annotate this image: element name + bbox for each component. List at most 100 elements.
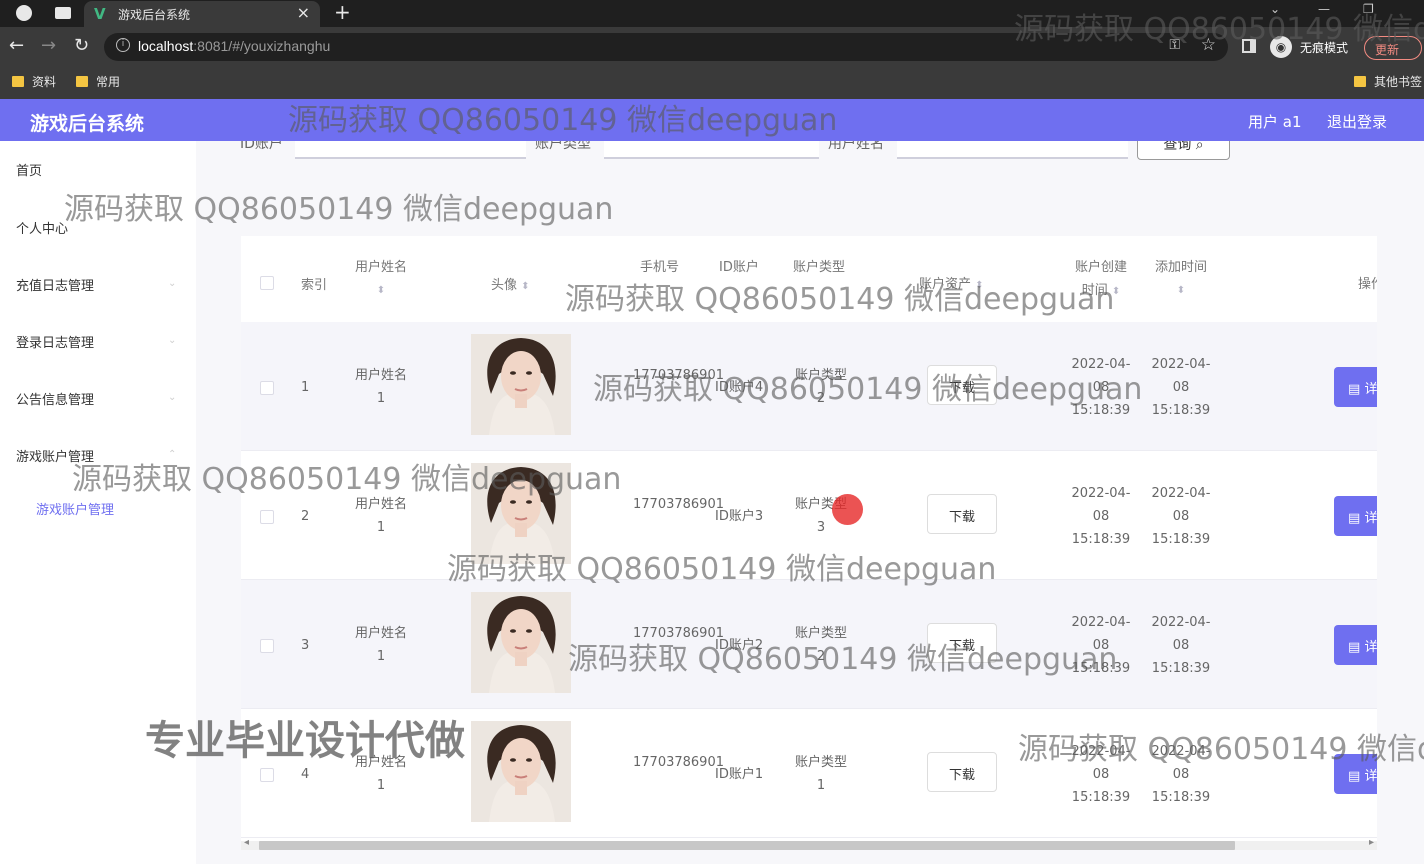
sort-icon[interactable]: ⬍ bbox=[975, 280, 983, 291]
avatar-portrait-icon bbox=[471, 592, 571, 693]
search-button[interactable]: 查询 ⌕ bbox=[1137, 141, 1230, 160]
avatar-portrait-icon bbox=[471, 334, 571, 435]
col-header-name[interactable]: 用户姓名 ⬍ bbox=[351, 256, 411, 302]
tab-search-icon[interactable] bbox=[55, 7, 71, 19]
cell-name: 用户姓名1 bbox=[354, 755, 407, 793]
detail-button[interactable]: ▤ 详情 bbox=[1334, 367, 1377, 407]
cell-index: 3 bbox=[301, 638, 310, 653]
cell-phone: 17703786901 bbox=[633, 368, 724, 383]
site-info-icon[interactable]: i bbox=[116, 38, 130, 52]
cell-type: 账户类型2 bbox=[794, 368, 847, 406]
detail-button[interactable]: ▤ 详情 bbox=[1334, 496, 1377, 536]
document-icon: ▤ bbox=[1348, 769, 1361, 784]
col-header-created[interactable]: 账户创建时间 ⬍ bbox=[1071, 256, 1131, 303]
download-button[interactable]: 下载 bbox=[927, 494, 997, 534]
download-button[interactable]: 下载 bbox=[927, 752, 997, 792]
sidebar-item-notice[interactable]: 公告信息管理 bbox=[16, 389, 94, 408]
col-header-account: ID账户 bbox=[719, 260, 759, 275]
horizontal-scrollbar[interactable]: ◂ ▸ bbox=[241, 837, 1377, 854]
row-checkbox[interactable] bbox=[260, 381, 274, 395]
cell-added: 2022-04-08 15:18:39 bbox=[1151, 357, 1211, 418]
sidebar-item-game-account[interactable]: 游戏账户管理 bbox=[16, 446, 94, 465]
document-icon: ▤ bbox=[1348, 382, 1361, 397]
avatar-portrait-icon bbox=[471, 463, 571, 564]
current-user: 用户 a1 bbox=[1248, 113, 1302, 131]
row-checkbox[interactable] bbox=[260, 639, 274, 653]
folder-icon bbox=[12, 76, 24, 87]
data-table: 索引 用户姓名 ⬍ 头像 ⬍ 手机号 ID账户 账户类型 账户资产 ⬍ 账户创建时… bbox=[241, 236, 1377, 850]
col-header-phone: 手机号 bbox=[640, 260, 680, 275]
minimize-icon[interactable]: — bbox=[1318, 2, 1330, 16]
new-tab-icon[interactable]: + bbox=[334, 0, 351, 24]
app-header: 游戏后台系统 用户 a1 退出登录 bbox=[0, 99, 1424, 141]
tab-close-icon[interactable]: × bbox=[297, 3, 310, 22]
download-button[interactable]: 下载 bbox=[927, 365, 997, 405]
update-button[interactable]: 更新 bbox=[1364, 36, 1422, 60]
side-panel-icon[interactable] bbox=[1242, 39, 1256, 53]
incognito-label: 无痕模式 bbox=[1300, 41, 1349, 55]
search-input-name[interactable] bbox=[897, 141, 1128, 159]
row-checkbox[interactable] bbox=[260, 510, 274, 524]
sidebar-item-recharge-log[interactable]: 充值日志管理 bbox=[16, 275, 94, 294]
col-header-asset[interactable]: 账户资产 ⬍ bbox=[919, 273, 984, 292]
cell-phone: 17703786901 bbox=[633, 755, 724, 770]
cell-account: ID账户1 bbox=[715, 767, 764, 782]
browser-tab[interactable]: V 游戏后台系统 × bbox=[84, 1, 320, 27]
sidebar: 首页 个人中心 充值日志管理 ⌄ 登录日志管理 ⌄ 公告信息管理 ⌄ 游戏账户管… bbox=[0, 141, 196, 864]
cell-type: 账户类型2 bbox=[794, 626, 847, 664]
incognito-icon: ◉ bbox=[1270, 36, 1292, 58]
bookmark-folder-changyong[interactable]: 常用 bbox=[76, 73, 120, 90]
chevron-down-icon[interactable]: ⌄ bbox=[1270, 2, 1280, 16]
sidebar-item-home[interactable]: 首页 bbox=[16, 160, 42, 179]
search-label-type: 账户类型 bbox=[535, 141, 591, 152]
col-header-action: 操作 bbox=[1358, 277, 1377, 292]
folder-icon bbox=[1354, 76, 1366, 87]
scrollbar-thumb[interactable] bbox=[259, 841, 1235, 850]
row-checkbox[interactable] bbox=[260, 768, 274, 782]
browser-tab-strip: V 游戏后台系统 × + ⌄ — ❐ bbox=[0, 0, 1424, 27]
detail-button[interactable]: ▤ 详情 bbox=[1334, 754, 1377, 794]
app-title: 游戏后台系统 bbox=[30, 113, 145, 135]
cell-created: 2022-04-08 15:18:39 bbox=[1071, 357, 1131, 418]
sidebar-item-profile[interactable]: 个人中心 bbox=[16, 218, 68, 237]
chevron-down-icon: ⌄ bbox=[168, 392, 177, 403]
bookmark-folder-ziliao[interactable]: 资料 bbox=[12, 73, 56, 90]
key-icon[interactable]: ⚿ bbox=[1169, 37, 1180, 53]
sort-icon[interactable]: ⬍ bbox=[521, 281, 529, 292]
bookmark-folder-other[interactable]: 其他书签 bbox=[1354, 73, 1422, 90]
reload-icon[interactable]: ↻ bbox=[74, 35, 89, 56]
search-input-account[interactable] bbox=[295, 141, 526, 159]
sidebar-item-login-log[interactable]: 登录日志管理 bbox=[16, 332, 94, 351]
scroll-left-icon[interactable]: ◂ bbox=[244, 837, 249, 848]
vue-logo-icon: V bbox=[94, 5, 106, 23]
cell-added: 2022-04-08 15:18:39 bbox=[1151, 486, 1211, 547]
cursor-highlight bbox=[832, 494, 863, 525]
bookmark-star-icon[interactable]: ☆ bbox=[1201, 35, 1216, 55]
search-input-type[interactable] bbox=[604, 141, 819, 159]
cell-account: ID账户2 bbox=[715, 638, 764, 653]
bookmarks-bar: 资料 常用 其他书签 bbox=[0, 68, 1424, 99]
chevron-down-icon: ⌄ bbox=[168, 335, 177, 346]
back-icon[interactable]: ← bbox=[9, 35, 24, 56]
select-all-checkbox[interactable] bbox=[260, 276, 274, 290]
sort-icon[interactable]: ⬍ bbox=[351, 279, 411, 302]
avatar bbox=[471, 721, 571, 822]
table-header: 索引 用户姓名 ⬍ 头像 ⬍ 手机号 ID账户 账户类型 账户资产 ⬍ 账户创建时… bbox=[241, 236, 1377, 322]
sidebar-subitem-game-account[interactable]: 游戏账户管理 bbox=[36, 499, 114, 518]
logout-link[interactable]: 退出登录 bbox=[1327, 111, 1387, 132]
search-label-account: ID账户 bbox=[240, 141, 283, 152]
detail-button[interactable]: ▤ 详情 bbox=[1334, 625, 1377, 665]
forward-icon[interactable]: → bbox=[41, 35, 56, 56]
scroll-right-icon[interactable]: ▸ bbox=[1369, 837, 1374, 848]
col-header-added[interactable]: 添加时间 ⬍ bbox=[1151, 256, 1211, 302]
restore-icon[interactable]: ❐ bbox=[1363, 2, 1374, 16]
cell-index: 2 bbox=[301, 509, 310, 524]
cell-phone: 17703786901 bbox=[633, 626, 724, 641]
cell-index: 4 bbox=[301, 767, 310, 782]
cell-created: 2022-04-08 15:18:39 bbox=[1071, 744, 1131, 805]
col-header-avatar[interactable]: 头像 ⬍ bbox=[491, 274, 530, 293]
url-field[interactable]: i localhost:8081/#/youxizhanghu ⚿ ☆ bbox=[104, 33, 1228, 61]
download-button[interactable]: 下载 bbox=[927, 623, 997, 663]
sort-icon[interactable]: ⬍ bbox=[1151, 279, 1211, 302]
sort-icon[interactable]: ⬍ bbox=[1112, 286, 1120, 297]
